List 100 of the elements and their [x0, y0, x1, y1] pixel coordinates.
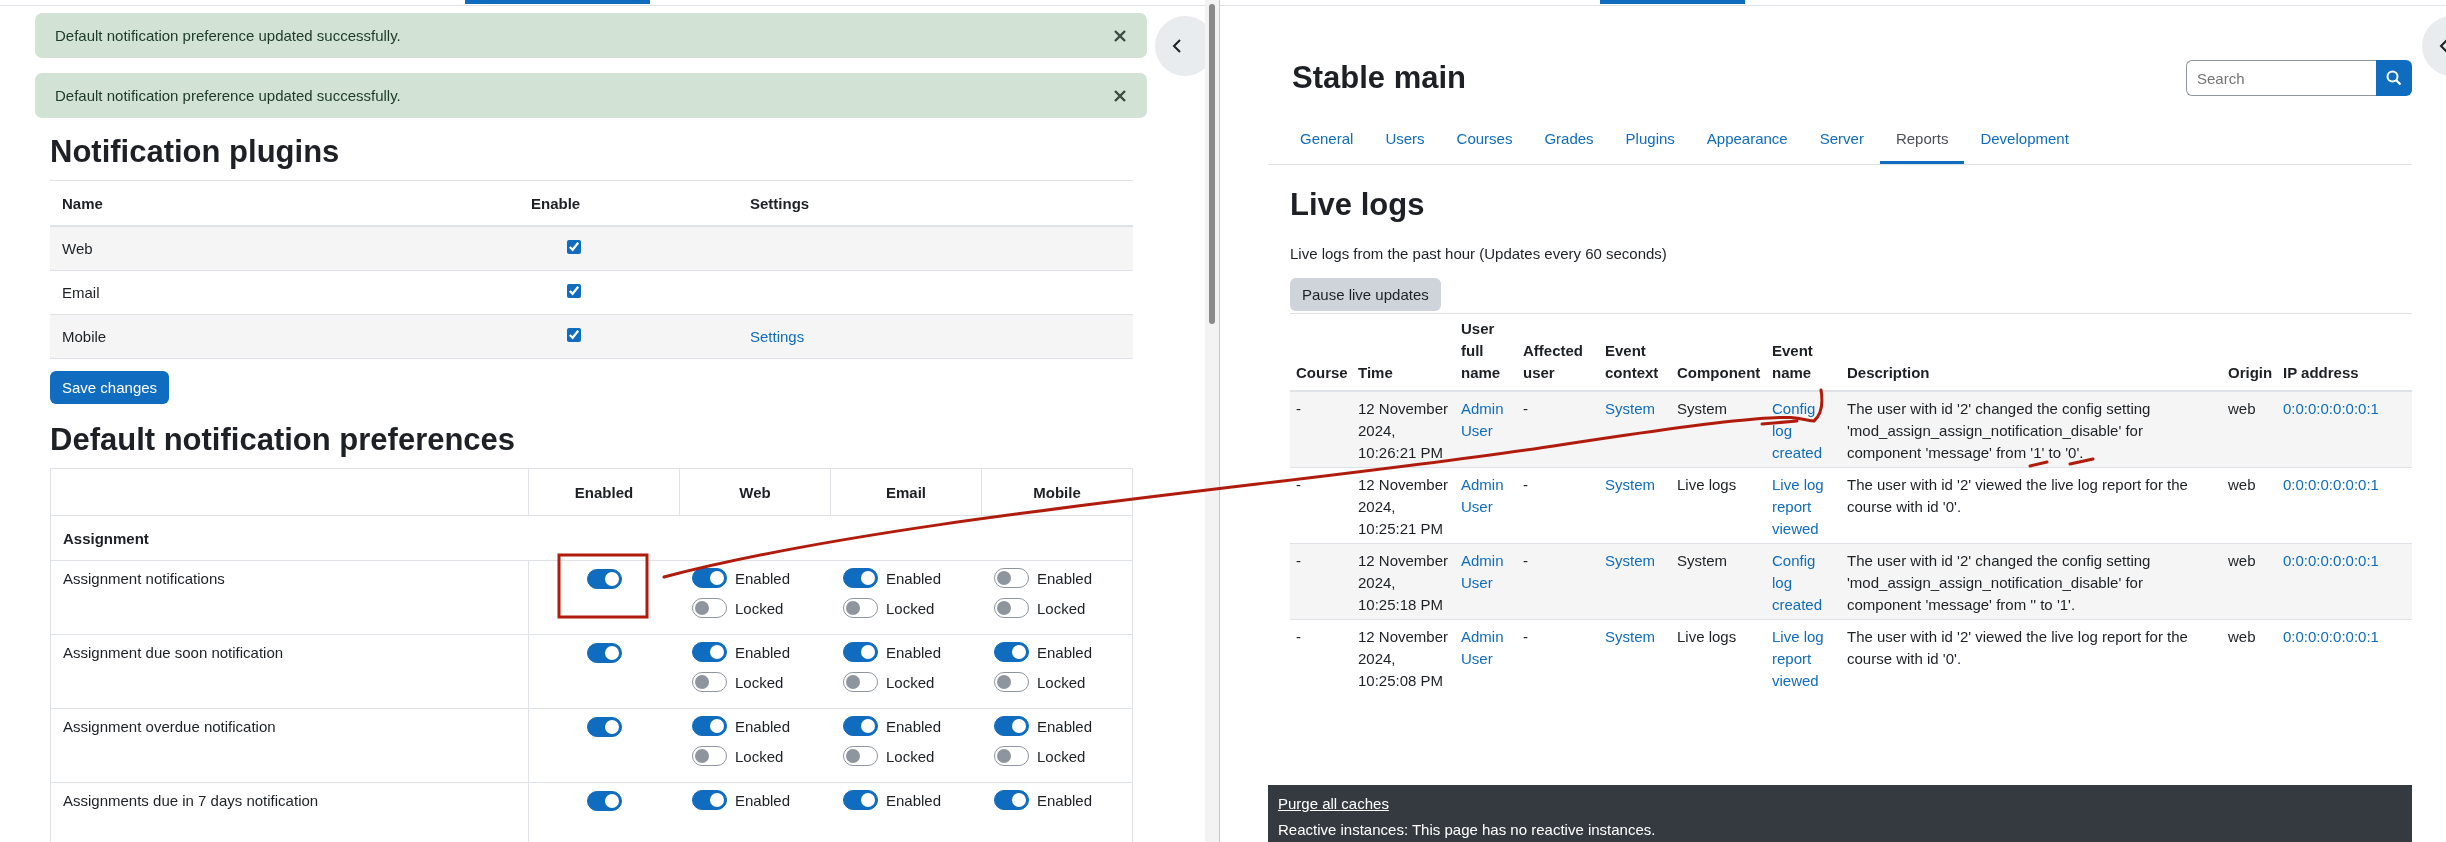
toggle-label: Locked [735, 673, 784, 691]
locked-toggle[interactable] [843, 598, 878, 618]
close-icon [1113, 28, 1127, 43]
search-field[interactable]: Search [2186, 60, 2376, 96]
group-heading: Assignment [50, 515, 1133, 561]
search-button[interactable] [2376, 60, 2412, 96]
nav-tab[interactable]: Courses [1440, 116, 1529, 164]
column-header: Enabled [528, 468, 680, 516]
toggle-label: Locked [886, 599, 935, 617]
enabled-toggle[interactable] [692, 568, 727, 588]
locked-toggle[interactable] [692, 672, 727, 692]
drawer-toggle-button[interactable] [1155, 16, 1205, 76]
table-cell: 12 November 2024, 10:25:18 PM [1352, 543, 1455, 620]
settings-link[interactable]: Settings [750, 328, 805, 345]
table-cell: The user with id '2' viewed the live log report for the course with id '0'. [1841, 467, 2222, 544]
table-cell: - [1290, 467, 1352, 544]
alert-message: Default notification preference updated successfully. [55, 27, 401, 44]
locked-toggle[interactable] [994, 598, 1029, 618]
table-cell: The user with id '2' viewed the live log report for the course with id '0'. [1841, 619, 2222, 695]
underline-mark [2028, 460, 2049, 468]
enabled-toggle[interactable] [994, 790, 1029, 810]
site-title: Stable main [1292, 60, 1466, 96]
table-cell: - [1517, 543, 1599, 620]
section-heading: Notification plugins [50, 134, 341, 170]
nav-tab[interactable]: Appearance [1690, 116, 1804, 164]
enabled-toggle[interactable] [692, 790, 727, 810]
toggle-label: Enabled [1037, 569, 1093, 587]
locked-toggle[interactable] [692, 598, 727, 618]
toggle-label: Enabled [735, 717, 791, 735]
alert-message: Default notification preference updated successfully. [55, 87, 401, 104]
toggle-label: Enabled [886, 717, 942, 735]
notification-name: Assignment due soon notification [50, 634, 529, 709]
notification-name: Assignment overdue notification [50, 708, 529, 783]
nav-tab[interactable]: Development [1964, 116, 2085, 164]
table-link[interactable]: Live log report viewed [1772, 626, 1835, 692]
enabled-toggle[interactable] [692, 642, 727, 662]
locked-toggle[interactable] [994, 746, 1029, 766]
purge-caches-link[interactable]: Purge all caches [1278, 795, 1389, 812]
toggle-label: Locked [886, 673, 935, 691]
toggle-label: Enabled [1037, 717, 1093, 735]
table-link[interactable]: System [1605, 474, 1665, 496]
table-cell: - [1517, 391, 1599, 468]
nav-tab[interactable]: Grades [1528, 116, 1610, 164]
save-changes-button[interactable]: Save changes [50, 371, 170, 404]
enabled-toggle[interactable] [586, 717, 622, 738]
enabled-toggle[interactable] [994, 568, 1029, 588]
nav-tab[interactable]: Reports [1879, 116, 1965, 164]
table-cell: 12 November 2024, 10:25:08 PM [1352, 619, 1455, 695]
enabled-toggle[interactable] [843, 716, 878, 736]
scrollbar-thumb[interactable] [1209, 4, 1215, 324]
enabled-toggle[interactable] [586, 569, 622, 590]
table-link[interactable]: Admin User [1461, 626, 1511, 670]
table-cell: 12 November 2024, 10:26:21 PM [1352, 391, 1455, 468]
enabled-toggle[interactable] [994, 716, 1029, 736]
table-cell: 12 November 2024, 10:25:21 PM [1352, 467, 1455, 544]
enabled-toggle[interactable] [843, 642, 878, 662]
table-link[interactable]: 0:0:0:0:0:0:0:1 [2283, 474, 2406, 496]
table-cell: - [1517, 619, 1599, 695]
enable-checkbox[interactable] [567, 328, 581, 342]
table-cell: web [2222, 543, 2277, 620]
locked-toggle[interactable] [692, 746, 727, 766]
underline-mark [2068, 457, 2095, 466]
toggle-label: Locked [886, 747, 935, 765]
page-heading: Live logs [1290, 187, 1426, 223]
footer-text: Reactive instances: This page has no reactive instances. [1278, 820, 1657, 840]
toggle-label: Locked [1037, 673, 1086, 691]
enabled-toggle[interactable] [586, 643, 622, 664]
toggle-label: Enabled [886, 643, 942, 661]
enable-checkbox[interactable] [567, 240, 581, 254]
table-link[interactable]: Live log report viewed [1772, 474, 1835, 540]
column-header: Email [830, 468, 982, 516]
table-link[interactable]: 0:0:0:0:0:0:0:1 [2283, 626, 2406, 648]
table-link[interactable]: System [1605, 626, 1665, 648]
enable-checkbox[interactable] [567, 284, 581, 298]
toggle-label: Locked [1037, 747, 1086, 765]
enabled-toggle[interactable] [692, 716, 727, 736]
enabled-toggle[interactable] [843, 790, 878, 810]
table-link[interactable]: Admin User [1461, 474, 1511, 518]
table-cell: - [1290, 619, 1352, 695]
nav-tab[interactable]: Server [1803, 116, 1880, 164]
table-cell: web [2222, 467, 2277, 544]
close-icon [1113, 88, 1127, 103]
table-cell: Email [50, 270, 519, 315]
toggle-label: Locked [735, 747, 784, 765]
enabled-toggle[interactable] [586, 791, 622, 812]
pause-live-updates-button[interactable]: Pause live updates [1290, 278, 1441, 311]
locked-toggle[interactable] [994, 672, 1029, 692]
nav-tab[interactable]: Users [1369, 116, 1441, 164]
table-cell: - [1290, 391, 1352, 468]
chevron-left-icon [1171, 38, 1183, 54]
enabled-toggle[interactable] [843, 568, 878, 588]
enabled-toggle[interactable] [994, 642, 1029, 662]
locked-toggle[interactable] [843, 746, 878, 766]
notification-name: Assignments due in 7 days notification [50, 782, 529, 842]
nav-tab[interactable]: Plugins [1609, 116, 1691, 164]
locked-toggle[interactable] [843, 672, 878, 692]
toggle-label: Locked [1037, 599, 1086, 617]
nav-tab[interactable]: General [1284, 116, 1370, 164]
toggle-label: Enabled [735, 791, 791, 809]
table-cell: - [1290, 543, 1352, 620]
